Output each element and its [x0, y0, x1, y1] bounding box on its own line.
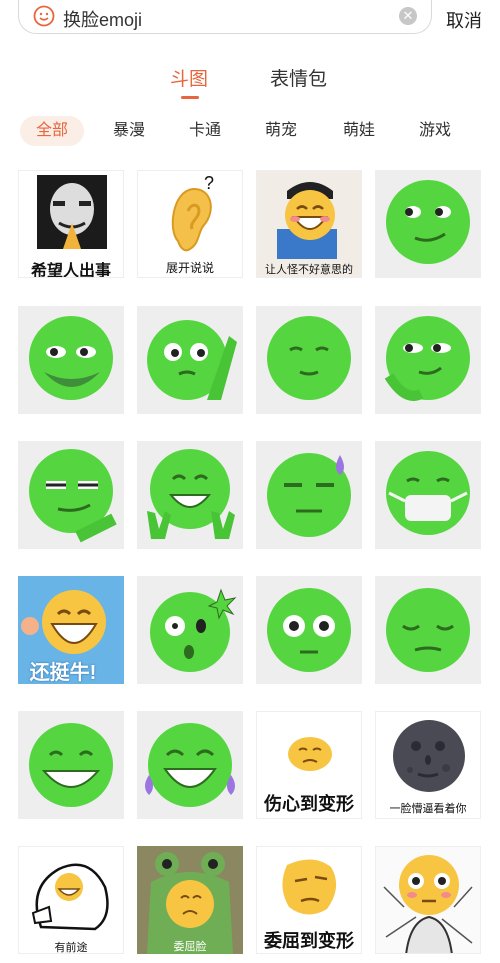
clear-icon[interactable]: ✕: [399, 7, 417, 25]
sticker-green-thinking[interactable]: [137, 306, 243, 414]
sticker-shy-boy[interactable]: 让人怪不好意思的: [256, 170, 362, 278]
sticker-caption: 委屈脸: [173, 941, 207, 953]
sticker-caption: 展开说说: [165, 261, 214, 275]
sticker-ear[interactable]: ? 展开说说: [137, 170, 243, 278]
category-mengchong[interactable]: 萌宠: [256, 116, 306, 146]
category-baoman[interactable]: 暴漫: [104, 116, 154, 146]
sticker-green-shy[interactable]: [256, 306, 362, 414]
sticker-green-smirk[interactable]: [375, 170, 481, 278]
sticker-caption: 希望人出事: [30, 263, 111, 278]
category-all[interactable]: 全部: [20, 116, 84, 146]
sticker-green-grin[interactable]: [18, 711, 124, 819]
sticker-green-shocked[interactable]: [137, 576, 243, 684]
question-mark: ?: [204, 173, 214, 193]
sticker-green-stare[interactable]: [256, 576, 362, 684]
tab-bar: 斗图 表情包: [0, 64, 500, 104]
sticker-thumbs-up-niu[interactable]: 还挺牛!: [18, 576, 124, 684]
sticker-caption: 有前途: [54, 942, 88, 954]
sticker-caption: 伤心到变形: [264, 794, 354, 814]
tab-underline: [181, 96, 199, 99]
category-youxi[interactable]: 游戏: [410, 116, 460, 146]
sticker-green-mask[interactable]: [375, 441, 481, 549]
category-bar: 全部 暴漫 卡通 萌宠 萌娃 游戏: [0, 116, 500, 146]
tab-biaoqingbao[interactable]: 表情包: [270, 64, 327, 91]
category-katong[interactable]: 卡通: [180, 116, 230, 146]
search-input[interactable]: 换脸emoji: [63, 6, 142, 32]
sticker-caption: 一脸懵逼看着你: [389, 803, 467, 815]
category-mengwa[interactable]: 萌娃: [334, 116, 384, 146]
search-bar[interactable]: 换脸emoji ✕: [18, 0, 432, 34]
smiley-icon: [33, 5, 55, 32]
sticker-flushed-sketch[interactable]: [375, 846, 481, 954]
sticker-caption: 还挺牛!: [29, 662, 97, 684]
sticker-praying-meme[interactable]: 希望人出事: [18, 170, 124, 278]
sticker-green-peace[interactable]: [137, 441, 243, 549]
sticker-green-pensive[interactable]: [375, 576, 481, 684]
sticker-sad-blob[interactable]: 伤心到变形: [256, 711, 362, 819]
sticker-green-frog-face[interactable]: [18, 306, 124, 414]
sticker-unamused-blob[interactable]: 委屈到变形: [256, 846, 362, 954]
sticker-moon-face[interactable]: 一脸懵逼看着你: [375, 711, 481, 819]
tab-doutu[interactable]: 斗图: [170, 64, 208, 91]
sticker-caption: 委屈到变形: [264, 931, 354, 951]
sticker-green-smug[interactable]: [18, 441, 124, 549]
sticker-thumbs-up-doodle[interactable]: 有前途: [18, 846, 124, 954]
sticker-green-side-eye[interactable]: [375, 306, 481, 414]
cancel-button[interactable]: 取消: [446, 7, 482, 33]
sticker-caption: 让人怪不好意思的: [265, 264, 353, 276]
sticker-frog-hat-sad[interactable]: 委屈脸: [137, 846, 243, 954]
sticker-green-laugh-cry[interactable]: [137, 711, 243, 819]
sticker-green-sweat[interactable]: [256, 441, 362, 549]
